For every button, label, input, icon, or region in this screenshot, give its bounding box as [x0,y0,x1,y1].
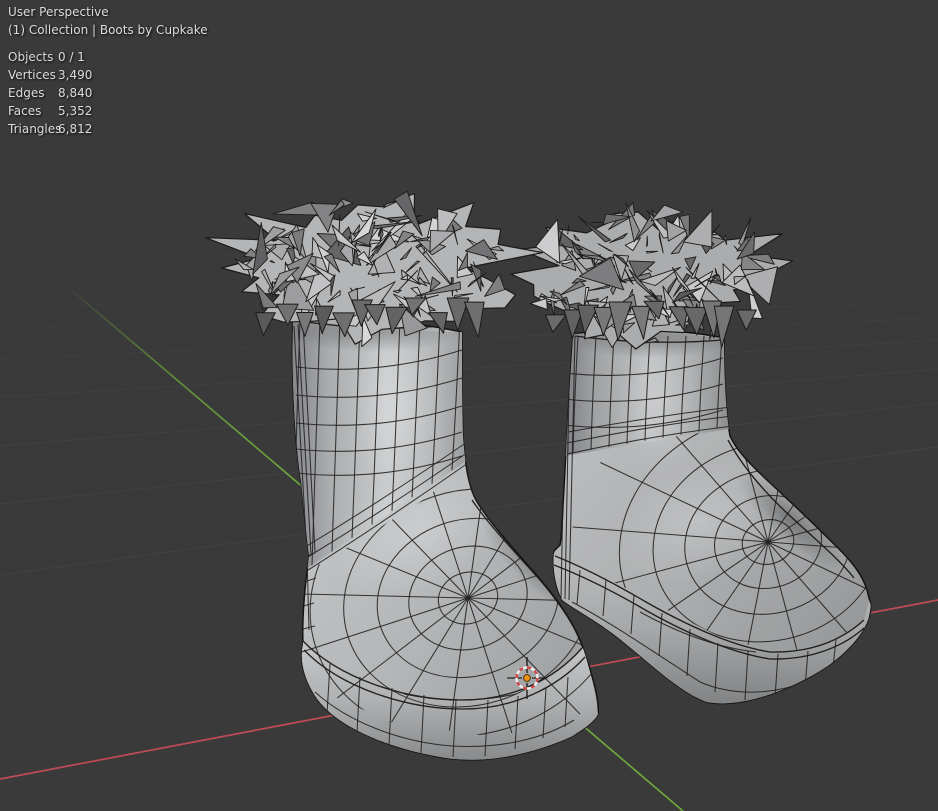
stat-row-faces: Faces 5,352 [8,102,208,120]
stat-label: Faces [8,102,58,120]
blender-3d-viewport[interactable]: User Perspective (1) Collection | Boots … [0,0,938,811]
stat-label: Edges [8,84,58,102]
breadcrumb: (1) Collection | Boots by Cupkake [8,24,208,37]
stat-label: Objects [8,48,58,66]
view-perspective-label: User Perspective [8,6,208,19]
stat-value: 0 / 1 [58,48,85,66]
stat-row-triangles: Triangles 6,812 [8,120,208,138]
stat-value: 5,352 [58,102,92,120]
stat-value: 8,840 [58,84,92,102]
stat-row-objects: Objects 0 / 1 [8,48,208,66]
stats-panel: Objects 0 / 1 Vertices 3,490 Edges 8,840… [8,48,208,138]
stat-label: Vertices [8,66,58,84]
stat-row-vertices: Vertices 3,490 [8,66,208,84]
stat-value: 3,490 [58,66,92,84]
stat-value: 6,812 [58,120,92,138]
stat-label: Triangles [8,120,58,138]
stat-row-edges: Edges 8,840 [8,84,208,102]
viewport-text-overlay: User Perspective (1) Collection | Boots … [8,6,208,138]
